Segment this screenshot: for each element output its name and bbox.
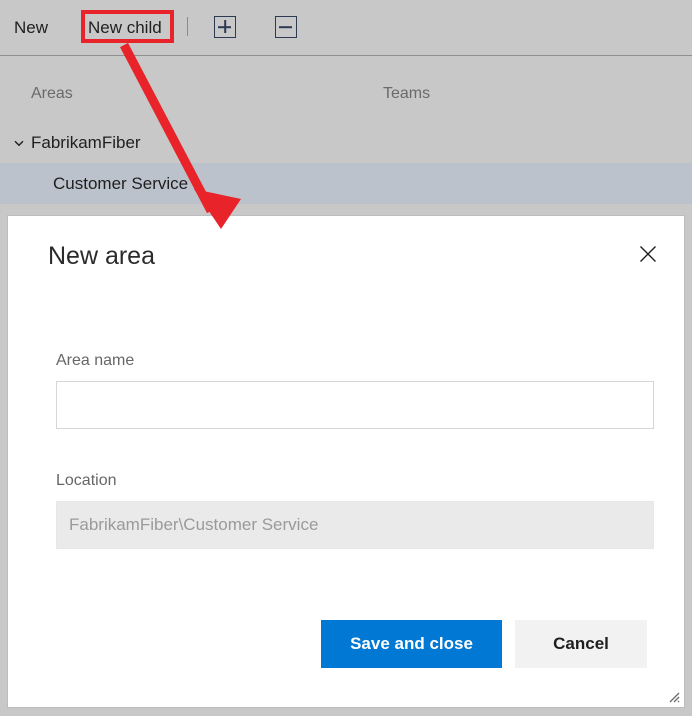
location-input [56, 501, 654, 549]
new-button[interactable]: New [14, 19, 48, 36]
location-label: Location [56, 472, 117, 489]
dialog-title: New area [48, 242, 155, 270]
column-headers: Areas Teams [0, 80, 692, 112]
minus-horizontal-stroke [279, 26, 292, 28]
cancel-button[interactable]: Cancel [515, 620, 647, 668]
toolbar-divider [0, 55, 692, 56]
column-header-areas: Areas [31, 85, 73, 102]
column-header-teams: Teams [383, 85, 431, 102]
dialog-actions: Save and close Cancel [8, 620, 684, 670]
new-area-dialog: New area Area name Location Save and clo… [8, 216, 684, 707]
area-tree: FabrikamFiber Customer Service [0, 122, 692, 204]
plus-vertical-stroke [224, 20, 226, 33]
toolbar: New New child [0, 0, 692, 55]
tree-item-label: FabrikamFiber [31, 132, 141, 152]
save-and-close-button[interactable]: Save and close [321, 620, 502, 668]
tree-item-label: Customer Service [53, 173, 189, 193]
location-field-group: Location [56, 473, 654, 549]
minus-box-icon[interactable] [275, 16, 297, 38]
area-name-field-group: Area name [56, 353, 654, 429]
close-icon[interactable] [626, 232, 670, 276]
plus-box-icon[interactable] [214, 16, 236, 38]
tree-row[interactable]: FabrikamFiber [0, 122, 692, 163]
resize-grip-icon[interactable] [664, 687, 680, 703]
tree-row[interactable]: Customer Service [0, 163, 692, 204]
chevron-down-icon[interactable] [12, 136, 26, 150]
new-child-button[interactable]: New child [88, 19, 162, 36]
area-name-input[interactable] [56, 381, 654, 429]
area-name-label: Area name [56, 352, 135, 369]
toolbar-separator [187, 17, 188, 36]
